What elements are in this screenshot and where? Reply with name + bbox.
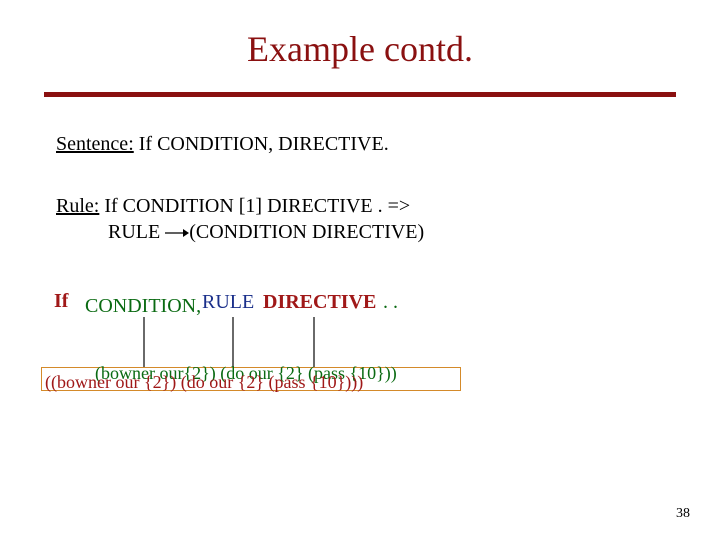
rule-line-2-paren: (CONDITION DIRECTIVE) bbox=[189, 221, 424, 243]
token-directive: DIRECTIVE bbox=[263, 291, 376, 314]
sentence-line: Sentence: If CONDITION, DIRECTIVE. bbox=[56, 133, 389, 156]
rule-line-2: RULE (CONDITION DIRECTIVE) bbox=[108, 221, 424, 244]
token-rule: RULE bbox=[202, 291, 254, 314]
title-rule bbox=[44, 92, 676, 97]
rule-line-1: Rule: If CONDITION [1] DIRECTIVE . => bbox=[56, 195, 410, 218]
lisp-expr-bottom: ((bowner our {2}) (do our {2} (pass {10}… bbox=[45, 372, 363, 393]
token-condition: CONDITION, bbox=[85, 295, 201, 318]
rule-line-1-body: If CONDITION [1] DIRECTIVE . => bbox=[99, 195, 410, 217]
connector-line-2 bbox=[232, 317, 234, 367]
slide: Example contd. Sentence: If CONDITION, D… bbox=[0, 0, 720, 540]
connector-line-1 bbox=[143, 317, 145, 367]
sentence-label: Sentence: bbox=[56, 133, 134, 155]
token-dots: . . bbox=[383, 291, 398, 314]
page-number: 38 bbox=[676, 506, 690, 522]
connector-line-3 bbox=[313, 317, 315, 367]
arrow-icon bbox=[165, 222, 189, 245]
rule-line-2-rule: RULE bbox=[108, 221, 165, 243]
sentence-body: If CONDITION, DIRECTIVE. bbox=[134, 133, 389, 155]
token-if: If bbox=[54, 290, 68, 313]
rule-label: Rule: bbox=[56, 195, 99, 217]
slide-title: Example contd. bbox=[0, 28, 720, 70]
